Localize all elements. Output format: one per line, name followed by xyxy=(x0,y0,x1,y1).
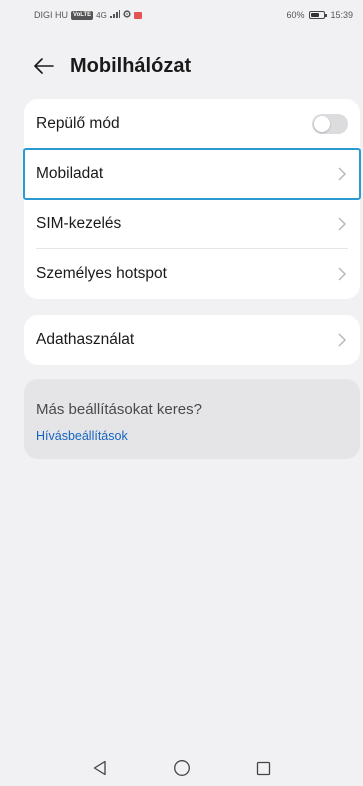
personal-hotspot-row[interactable]: Személyes hotspot xyxy=(24,249,360,299)
status-right: 60% 15:39 xyxy=(286,10,353,20)
network-type: 4G xyxy=(96,10,107,20)
circle-home-icon[interactable] xyxy=(171,757,193,779)
battery-percent: 60% xyxy=(286,10,305,20)
triangle-back-icon[interactable] xyxy=(89,757,111,779)
screen: DIGI HU VoLTE 4G 60% 15:39 Mobilhálózat … xyxy=(0,0,363,786)
mobile-data-label: Mobiladat xyxy=(36,165,104,182)
page-title: Mobilhálózat xyxy=(70,54,192,77)
data-usage-row[interactable]: Adathasználat xyxy=(24,315,360,365)
chevron-right-icon xyxy=(338,167,348,181)
volte-badge: VoLTE xyxy=(71,10,94,20)
battery-icon xyxy=(309,11,328,19)
airplane-mode-toggle[interactable] xyxy=(312,114,348,134)
toggle-knob xyxy=(314,116,330,132)
suggestions-card: Más beállításokat keres? Hívásbeállításo… xyxy=(24,379,360,459)
sim-management-label: SIM-kezelés xyxy=(36,215,122,232)
signal-icon xyxy=(109,10,120,20)
airplane-mode-row[interactable]: Repülő mód xyxy=(24,99,360,149)
network-settings-card: Repülő mód Mobiladat SIM-kezelés Személy… xyxy=(23,99,361,299)
chevron-right-icon xyxy=(338,333,348,347)
status-left: DIGI HU VoLTE 4G xyxy=(34,10,142,20)
header: Mobilhálózat xyxy=(0,44,363,88)
personal-hotspot-label: Személyes hotspot xyxy=(36,265,167,282)
notification-icon xyxy=(133,11,142,19)
square-recent-icon[interactable] xyxy=(253,757,275,779)
call-settings-link[interactable]: Hívásbeállítások xyxy=(36,429,128,443)
airplane-mode-label: Repülő mód xyxy=(36,115,120,132)
suggestions-title: Más beállításokat keres? xyxy=(36,401,202,418)
chevron-right-icon xyxy=(338,267,348,281)
sim-management-row[interactable]: SIM-kezelés xyxy=(24,199,360,249)
navigation-bar xyxy=(0,750,363,786)
carrier-name: DIGI HU xyxy=(34,10,69,20)
status-bar: DIGI HU VoLTE 4G 60% 15:39 xyxy=(0,0,363,30)
data-usage-label: Adathasználat xyxy=(36,331,135,348)
chevron-right-icon xyxy=(338,217,348,231)
clock: 15:39 xyxy=(330,10,353,20)
arrow-left-icon[interactable] xyxy=(34,55,56,77)
gear-icon xyxy=(123,10,131,20)
battery-fill xyxy=(311,13,319,17)
data-usage-card: Adathasználat xyxy=(24,315,360,365)
mobile-data-row[interactable]: Mobiladat xyxy=(23,148,361,200)
